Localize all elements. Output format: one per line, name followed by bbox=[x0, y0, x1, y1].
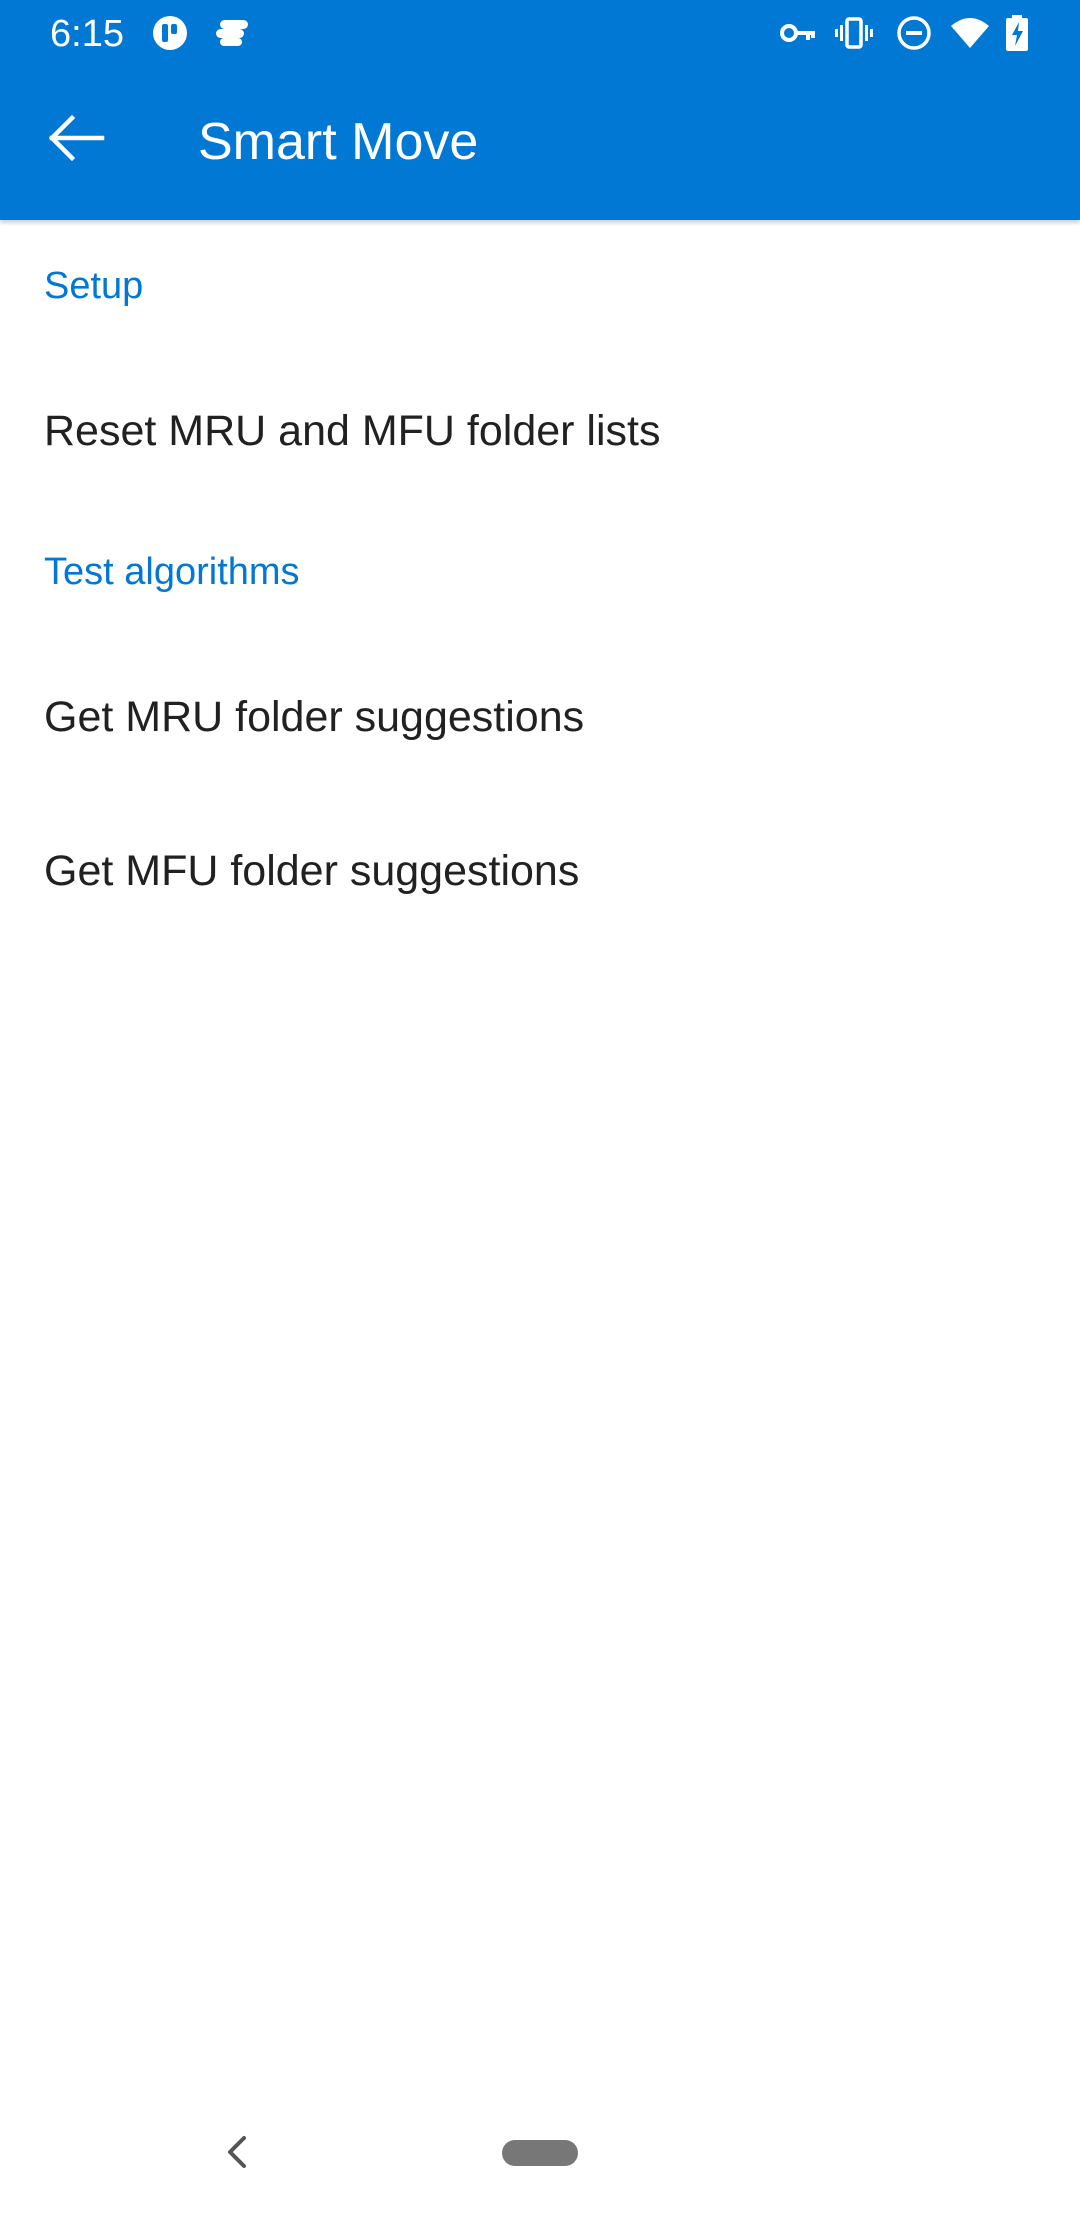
app-bar: Smart Move bbox=[0, 66, 1080, 220]
section-header-setup: Setup bbox=[44, 265, 144, 307]
page-title: Smart Move bbox=[198, 113, 479, 171]
vpn-key-icon bbox=[778, 14, 818, 52]
get-mfu-suggestions-label: Get MFU folder suggestions bbox=[44, 847, 580, 895]
vibrate-icon bbox=[834, 14, 874, 52]
section-header-test-algorithms: Test algorithms bbox=[44, 551, 300, 593]
status-time: 6:15 bbox=[50, 13, 124, 55]
do-not-disturb-icon bbox=[894, 14, 934, 52]
stack-app-icon bbox=[212, 14, 252, 52]
tasks-app-icon bbox=[150, 14, 190, 52]
screen: 6:15 Smart Move Setup Reset MRU and MFU … bbox=[0, 0, 1080, 2220]
battery-charging-icon bbox=[1002, 14, 1032, 52]
nav-back-button[interactable] bbox=[216, 2130, 260, 2174]
get-mru-suggestions-label: Get MRU folder suggestions bbox=[44, 693, 585, 741]
get-mru-suggestions-item[interactable]: Get MRU folder suggestions bbox=[0, 642, 1080, 792]
chevron-left-icon bbox=[228, 2136, 246, 2168]
reset-folder-lists-item[interactable]: Reset MRU and MFU folder lists bbox=[0, 356, 1080, 506]
reset-folder-lists-label: Reset MRU and MFU folder lists bbox=[44, 407, 661, 455]
back-button[interactable] bbox=[34, 96, 118, 180]
get-mfu-suggestions-item[interactable]: Get MFU folder suggestions bbox=[0, 796, 1080, 946]
wifi-icon bbox=[950, 14, 990, 52]
arrow-left-icon bbox=[48, 114, 105, 162]
navigation-bar bbox=[0, 2094, 1080, 2220]
status-bar: 6:15 bbox=[0, 0, 1080, 66]
home-pill-icon[interactable] bbox=[502, 2140, 578, 2166]
